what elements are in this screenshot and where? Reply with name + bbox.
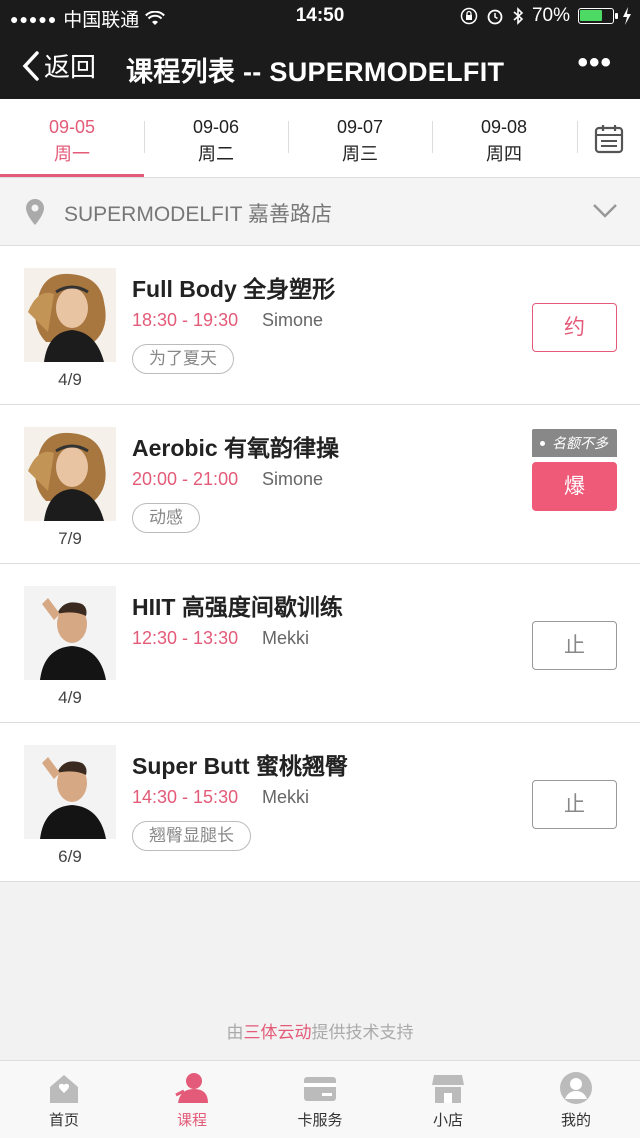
tab-label: 卡服务 <box>297 1112 343 1129</box>
coach-photo <box>24 427 116 521</box>
closed-button[interactable]: 止 <box>532 780 617 829</box>
coach-name: Simone <box>262 310 324 330</box>
back-label: 返回 <box>44 52 97 82</box>
coach-photo <box>24 586 116 680</box>
coach-name: Simone <box>262 469 324 489</box>
chevron-down-icon <box>593 204 617 218</box>
enrollment-count: 4/9 <box>58 688 82 707</box>
weekday-label: 周二 <box>198 144 234 164</box>
card-icon <box>304 1077 336 1101</box>
weekday-label: 周四 <box>486 144 522 164</box>
date-tab-0[interactable]: 09-05 周一 <box>0 99 144 177</box>
course-name: HIIT 高强度间歇训练 <box>132 594 343 620</box>
date-tab-2[interactable]: 09-07 周三 <box>288 99 432 177</box>
course-tag: 为了夏天 <box>132 344 234 374</box>
note-prefix: 由 <box>226 1023 244 1042</box>
home-icon <box>50 1075 78 1103</box>
bluetooth-icon <box>513 7 524 25</box>
course-row[interactable]: 4/9 HIIT 高强度间歇训练 12:30 - 13:30 Mekki 止 <box>0 564 640 723</box>
charging-icon <box>623 7 631 25</box>
course-time: 18:30 - 19:30 <box>132 310 239 330</box>
enrollment-count: 4/9 <box>58 370 82 389</box>
tab-shop[interactable]: 小店 <box>384 1061 512 1138</box>
calendar-icon[interactable] <box>594 123 624 155</box>
tab-label: 课程 <box>176 1112 207 1129</box>
date-label: 09-05 <box>48 117 96 137</box>
date-tabs: 09-05 周一 09-06 周二 09-07 周三 09-08 周四 <box>0 99 640 178</box>
course-tag: 翘臀显腿长 <box>132 821 251 851</box>
store-name: SUPERMODELFIT 嘉善路店 <box>64 203 332 226</box>
tab-courses[interactable]: 课程 <box>128 1061 256 1138</box>
bottom-tab-bar: 首页 课程 卡服务 小店 我的 <box>0 1060 640 1138</box>
top-bar: ●●●●● 中国联通 14:50 70% 返回 课程列表 -- SUPERMOD… <box>0 0 640 99</box>
date-label: 09-08 <box>480 117 528 137</box>
alarm-icon <box>487 9 503 25</box>
course-time: 20:00 - 21:00 <box>132 469 239 489</box>
lock-rotation-icon <box>460 7 478 25</box>
powered-by-note: 由三体云动提供技术支持 <box>0 1018 640 1043</box>
book-button[interactable]: 爆 <box>532 462 617 511</box>
status-bar: ●●●●● 中国联通 14:50 70% <box>0 0 640 32</box>
course-list: 4/9 Full Body 全身塑形 18:30 - 19:30 Simone … <box>0 246 640 882</box>
closed-button[interactable]: 止 <box>532 621 617 670</box>
book-button[interactable]: 约 <box>532 303 617 352</box>
date-tab-3[interactable]: 09-08 周四 <box>432 99 576 177</box>
more-button[interactable]: ••• <box>577 46 612 80</box>
chevron-left-icon <box>22 50 39 81</box>
course-time: 12:30 - 13:30 <box>132 628 239 648</box>
date-tab-1[interactable]: 09-06 周二 <box>144 99 288 177</box>
course-time: 14:30 - 15:30 <box>132 787 239 807</box>
date-label: 09-07 <box>336 117 384 137</box>
course-row[interactable]: 6/9 Super Butt 蜜桃翘臀 14:30 - 15:30 Mekki … <box>0 723 640 882</box>
provider-link[interactable]: 三体云动 <box>244 1023 312 1042</box>
tab-card-service[interactable]: 卡服务 <box>256 1061 384 1138</box>
course-row[interactable]: 7/9 Aerobic 有氧韵律操 20:00 - 21:00 Simone 动… <box>0 405 640 564</box>
battery-percent: 70% <box>531 5 570 26</box>
coach-name: Mekki <box>262 628 310 648</box>
weekday-label: 周三 <box>342 144 378 164</box>
tab-home[interactable]: 首页 <box>0 1061 128 1138</box>
tab-label: 我的 <box>560 1112 591 1129</box>
course-tag: 动感 <box>132 503 200 533</box>
enrollment-count: 7/9 <box>58 529 82 548</box>
profile-icon <box>560 1072 592 1104</box>
coach-photo <box>24 745 116 839</box>
date-label: 09-06 <box>192 117 240 137</box>
page-title: 课程列表 -- SUPERMODELFIT <box>126 57 505 87</box>
course-name: Full Body 全身塑形 <box>132 276 336 302</box>
weekday-label: 周一 <box>54 144 90 164</box>
course-name: Aerobic 有氧韵律操 <box>132 435 340 461</box>
battery-icon <box>578 8 618 24</box>
location-pin-icon <box>26 199 44 225</box>
store-selector[interactable]: SUPERMODELFIT 嘉善路店 <box>0 178 640 246</box>
divider <box>577 121 578 153</box>
coach-name: Mekki <box>262 787 310 807</box>
navigation-bar: 返回 课程列表 -- SUPERMODELFIT ••• <box>0 32 640 99</box>
tab-profile[interactable]: 我的 <box>512 1061 640 1138</box>
course-row[interactable]: 4/9 Full Body 全身塑形 18:30 - 19:30 Simone … <box>0 246 640 405</box>
user-icon <box>175 1073 208 1103</box>
note-suffix: 提供技术支持 <box>311 1023 414 1042</box>
course-name: Super Butt 蜜桃翘臀 <box>132 753 348 779</box>
back-button[interactable]: 返回 <box>20 47 96 84</box>
tab-label: 首页 <box>48 1112 79 1129</box>
shop-icon <box>432 1075 464 1103</box>
enrollment-count: 6/9 <box>58 847 82 866</box>
limited-spots-badge: 名额不多 <box>532 429 617 457</box>
tab-label: 小店 <box>432 1112 463 1129</box>
coach-photo <box>24 268 116 362</box>
